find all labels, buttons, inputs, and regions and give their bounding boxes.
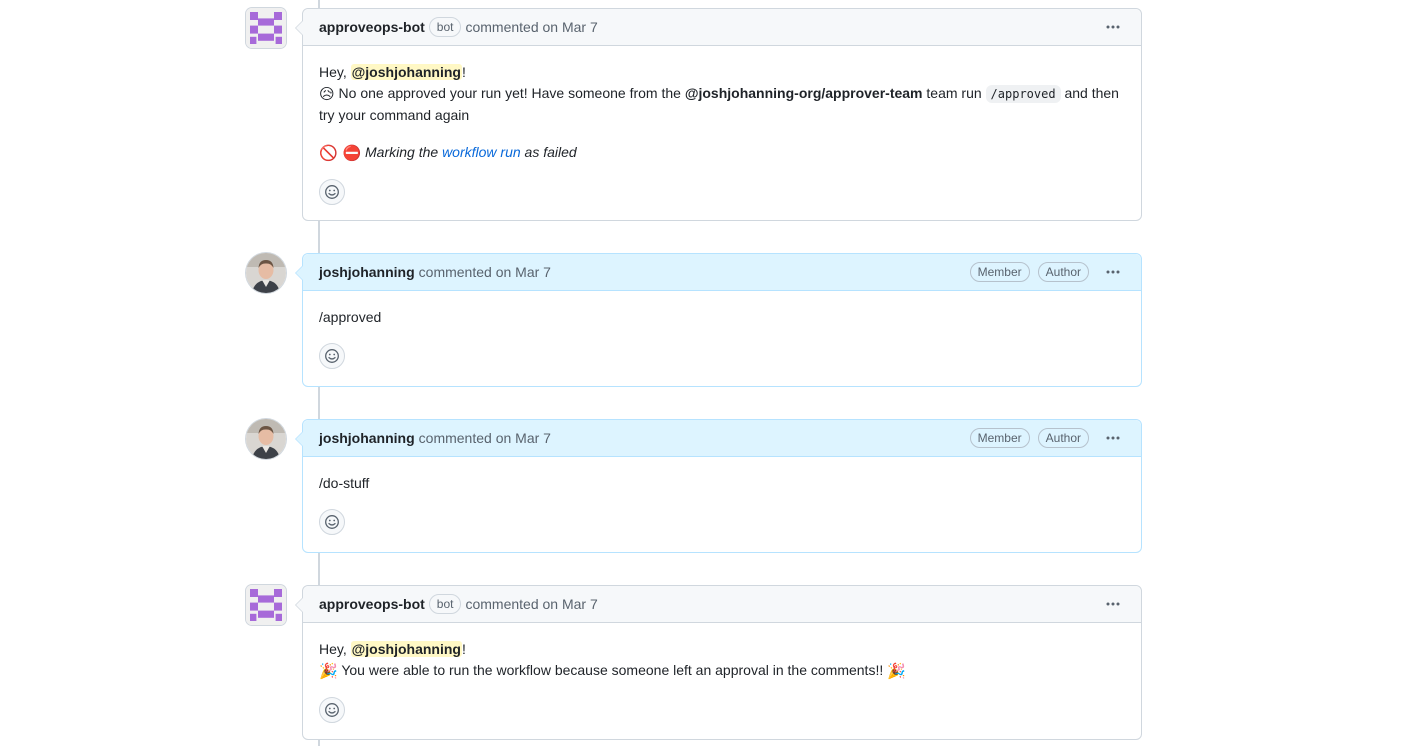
- greeting-line: Hey, @joshjohanning!: [319, 62, 1125, 83]
- sad-face-icon: 😥: [319, 85, 335, 103]
- user-avatar[interactable]: [246, 419, 286, 459]
- author-name[interactable]: joshjohanning: [319, 264, 415, 280]
- comment-box: joshjohanning commented on Mar 7 Member …: [295, 253, 1142, 387]
- comment-timestamp[interactable]: commented on Mar 7: [419, 264, 551, 280]
- message-line: 😥 No one approved your run yet! Have som…: [319, 83, 1125, 126]
- status-text: as failed: [520, 144, 577, 160]
- bot-label: bot: [428, 594, 462, 614]
- reactions-bar: [303, 682, 1141, 738]
- comment-timestamp[interactable]: commented on Mar 7: [465, 19, 597, 35]
- identicon-icon[interactable]: [246, 8, 286, 48]
- author-name[interactable]: joshjohanning: [319, 430, 415, 446]
- comment-header: joshjohanning commented on Mar 7 Member …: [303, 420, 1141, 457]
- comment-body: Hey, @joshjohanning! 🎉 You were able to …: [303, 623, 1141, 682]
- comment-text: /do-stuff: [319, 475, 370, 491]
- smiley-icon[interactable]: [319, 697, 345, 723]
- smiley-icon[interactable]: [319, 509, 345, 535]
- kebab-horizontal-icon[interactable]: [1101, 592, 1125, 616]
- comment-header: approveops-bot bot commented on Mar 7: [303, 9, 1141, 46]
- message-line: 🎉 You were able to run the workflow beca…: [319, 660, 1125, 682]
- comment-header: joshjohanning commented on Mar 7 Member …: [303, 254, 1141, 291]
- message-text: team run: [922, 85, 986, 101]
- greeting-line: Hey, @joshjohanning!: [319, 639, 1125, 660]
- status-line: 🚫 ⛔ Marking the workflow run as failed: [319, 142, 1125, 164]
- greeting-suffix: !: [461, 64, 466, 80]
- no-entry-icon: 🚫 ⛔: [319, 144, 362, 162]
- kebab-horizontal-icon[interactable]: [1101, 15, 1125, 39]
- comment-timestamp[interactable]: commented on Mar 7: [465, 596, 597, 612]
- member-badge: Member: [969, 428, 1030, 448]
- author-badge: Author: [1037, 428, 1089, 448]
- bot-label: bot: [428, 17, 462, 37]
- inline-code: /approved: [985, 85, 1061, 103]
- party-popper-icon: 🎉: [319, 662, 338, 680]
- comment-body: Hey, @joshjohanning! 😥 No one approved y…: [303, 46, 1141, 164]
- message-text: You were able to run the workflow becaus…: [337, 662, 888, 678]
- comment-box: approveops-bot bot commented on Mar 7 He…: [295, 8, 1142, 221]
- comment-box: joshjohanning commented on Mar 7 Member …: [295, 419, 1142, 553]
- author-name[interactable]: approveops-bot: [319, 596, 425, 612]
- reactions-bar: [303, 328, 1141, 384]
- comment-text: /approved: [319, 309, 382, 325]
- reactions-bar: [303, 494, 1141, 550]
- comment-header: approveops-bot bot commented on Mar 7: [303, 586, 1141, 623]
- author-badge: Author: [1037, 262, 1089, 282]
- kebab-horizontal-icon[interactable]: [1101, 260, 1125, 284]
- reactions-bar: [303, 164, 1141, 220]
- greeting-suffix: !: [461, 641, 466, 657]
- kebab-horizontal-icon[interactable]: [1101, 426, 1125, 450]
- team-mention[interactable]: @joshjohanning-org/approver-team: [685, 85, 923, 101]
- user-avatar[interactable]: [246, 253, 286, 293]
- comment-body: /approved: [303, 291, 1141, 328]
- author-name[interactable]: approveops-bot: [319, 19, 425, 35]
- comment-body: /do-stuff: [303, 457, 1141, 494]
- greeting-text: Hey,: [319, 64, 351, 80]
- party-popper-icon: 🎉: [887, 662, 906, 680]
- greeting-text: Hey,: [319, 641, 351, 657]
- message-text: No one approved your run yet! Have someo…: [334, 85, 685, 101]
- comment-timestamp[interactable]: commented on Mar 7: [419, 430, 551, 446]
- member-badge: Member: [969, 262, 1030, 282]
- status-text: Marking the: [361, 144, 443, 160]
- user-mention[interactable]: @joshjohanning: [350, 64, 462, 80]
- smiley-icon[interactable]: [319, 179, 345, 205]
- user-mention[interactable]: @joshjohanning: [350, 641, 462, 657]
- workflow-run-link[interactable]: workflow run: [442, 144, 521, 160]
- comment-box: approveops-bot bot commented on Mar 7 He…: [295, 585, 1142, 740]
- smiley-icon[interactable]: [319, 343, 345, 369]
- identicon-icon[interactable]: [246, 585, 286, 625]
